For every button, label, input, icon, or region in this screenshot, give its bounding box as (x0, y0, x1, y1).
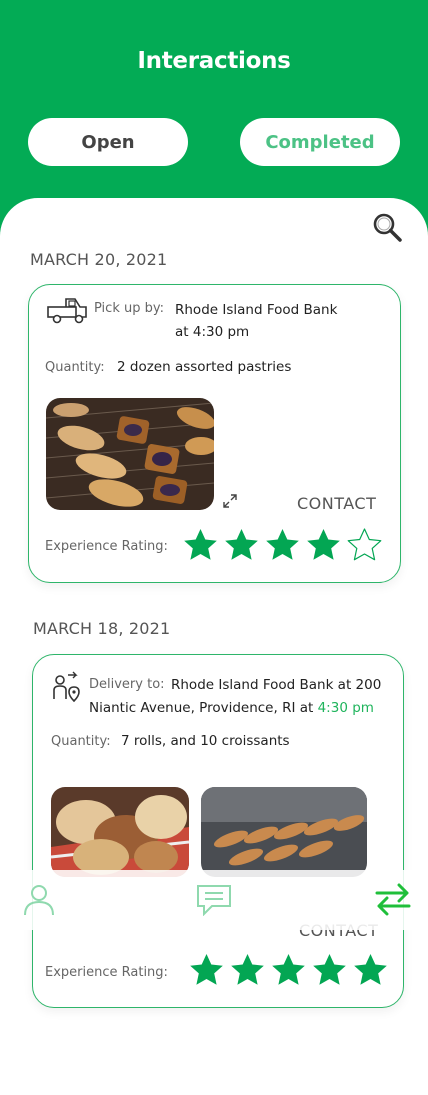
star-empty-icon[interactable] (346, 526, 383, 563)
delivery-address: Niantic Avenue, Providence, RI at 4:30 p… (89, 700, 374, 716)
star-filled-icon[interactable] (264, 526, 301, 563)
truck-icon (47, 298, 87, 324)
rating-label: Experience Rating: (45, 539, 168, 554)
star-filled-icon[interactable] (311, 951, 348, 988)
organization-name: Rhode Island Food Bank (175, 302, 338, 318)
star-filled-icon[interactable] (305, 526, 342, 563)
interaction-card[interactable]: Delivery to: Rhode Island Food Bank at 2… (32, 654, 404, 1008)
transfer-icon[interactable] (375, 882, 411, 916)
page-title: Interactions (137, 48, 291, 74)
quantity-label: Quantity: (51, 734, 111, 749)
star-filled-icon[interactable] (223, 526, 260, 563)
bottom-nav (0, 870, 428, 930)
rating-label: Experience Rating: (45, 965, 168, 980)
delivery-person-icon (53, 671, 80, 703)
quantity-value: 2 dozen assorted pastries (117, 359, 292, 375)
pickup-time: at 4:30 pm (175, 324, 250, 340)
experience-rating[interactable] (182, 526, 383, 563)
delivery-time: 4:30 pm (317, 700, 374, 716)
tab-open[interactable]: Open (28, 118, 188, 166)
contact-button[interactable]: CONTACT (297, 494, 376, 513)
interaction-card[interactable]: Pick up by: Rhode Island Food Bank at 4:… (28, 284, 401, 583)
pastries-photo[interactable] (46, 398, 214, 510)
tab-completed[interactable]: Completed (240, 118, 400, 166)
star-filled-icon[interactable] (229, 951, 266, 988)
croissants-photo[interactable] (201, 787, 367, 877)
search-icon[interactable] (372, 212, 402, 242)
messages-icon[interactable] (196, 884, 232, 916)
delivery-label: Delivery to: (89, 677, 165, 692)
star-filled-icon[interactable] (188, 951, 225, 988)
quantity-label: Quantity: (45, 360, 105, 375)
star-filled-icon[interactable] (270, 951, 307, 988)
expand-icon[interactable] (222, 493, 238, 509)
quantity-value: 7 rolls, and 10 croissants (121, 733, 290, 749)
rolls-photo[interactable] (51, 787, 189, 877)
star-filled-icon[interactable] (352, 951, 389, 988)
interaction-date: MARCH 20, 2021 (30, 250, 168, 269)
organization-name: Rhode Island Food Bank at 200 (171, 677, 382, 693)
profile-icon[interactable] (22, 882, 56, 916)
interaction-date: MARCH 18, 2021 (33, 619, 171, 638)
experience-rating[interactable] (188, 951, 389, 988)
star-filled-icon[interactable] (182, 526, 219, 563)
pickup-label: Pick up by: (94, 301, 164, 316)
